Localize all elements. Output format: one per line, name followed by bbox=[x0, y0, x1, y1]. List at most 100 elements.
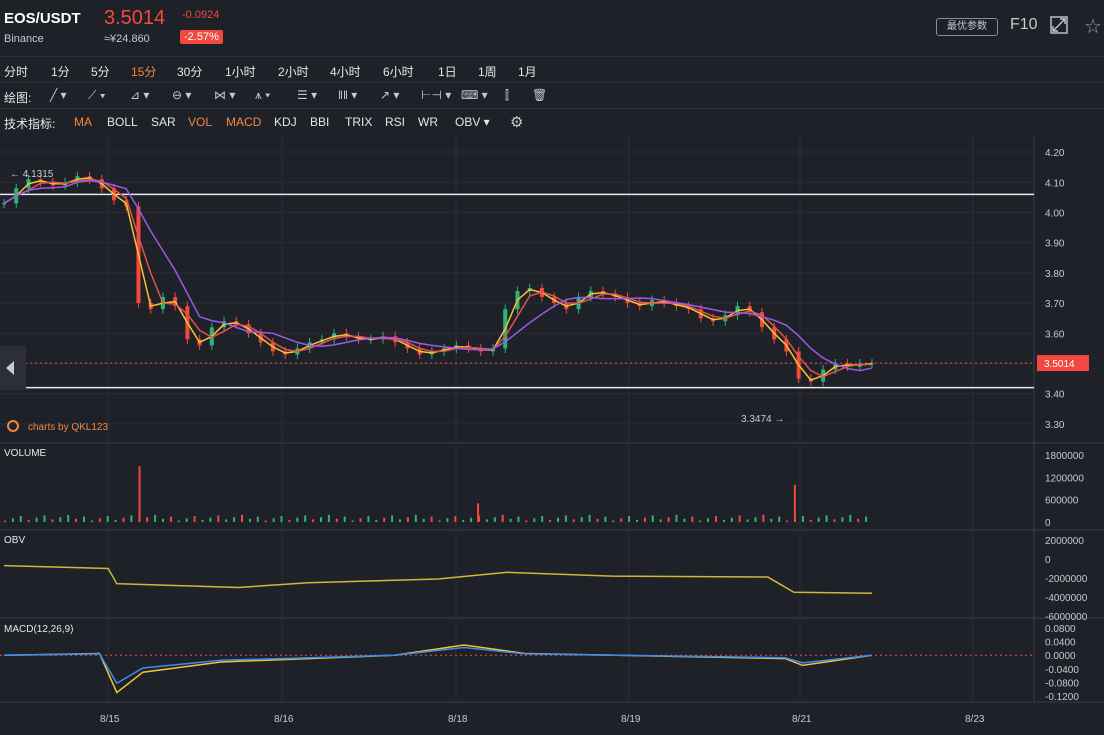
tab-timeframe[interactable]: 30分 bbox=[177, 63, 202, 80]
chart-type-icon[interactable]: ⫿ bbox=[505, 88, 509, 103]
measure-tool-icon[interactable]: ⊢⊣ ▾ bbox=[421, 88, 451, 102]
indicator-kdj[interactable]: KDJ bbox=[274, 115, 297, 129]
volume-bar bbox=[19, 516, 22, 522]
tab-timeframe[interactable]: 6小时 bbox=[383, 63, 414, 80]
fullscreen-icon[interactable] bbox=[1050, 16, 1068, 34]
macd-tick-label: 0.0000 bbox=[1045, 651, 1076, 662]
trash-icon[interactable]: 🗑 bbox=[532, 88, 547, 102]
favorite-star-icon[interactable]: ☆ bbox=[1084, 14, 1102, 39]
macd-panel-label: MACD(12,26,9) bbox=[4, 624, 73, 635]
exchange-name: Binance bbox=[4, 33, 44, 45]
volume-bar bbox=[256, 516, 259, 522]
gann-tool-icon[interactable]: ‖‖ ▾ bbox=[338, 88, 357, 102]
tab-timeframe[interactable]: 1周 bbox=[478, 63, 497, 80]
volume-bar bbox=[525, 520, 528, 522]
volume-tick-label: 600000 bbox=[1045, 496, 1079, 507]
tab-timeframe[interactable]: 5分 bbox=[91, 63, 110, 80]
volume-bar bbox=[833, 519, 836, 522]
volume-bar bbox=[114, 519, 117, 522]
tab-timeframe[interactable]: 1分 bbox=[51, 63, 70, 80]
line-tool-icon[interactable]: ╱ ▾ bbox=[50, 88, 67, 102]
volume-bar bbox=[541, 516, 544, 522]
volume-bar bbox=[691, 516, 694, 522]
volume-bar bbox=[320, 517, 322, 522]
volume-bar bbox=[193, 516, 196, 522]
indicator-sar[interactable]: SAR bbox=[151, 115, 176, 129]
obv-tick-label: -6000000 bbox=[1045, 612, 1088, 623]
circle-tool-icon[interactable]: ⊖ ▾ bbox=[172, 88, 191, 102]
volume-bar bbox=[146, 517, 149, 522]
volume-bar bbox=[35, 517, 38, 522]
indicator-obv[interactable]: OBV ▾ bbox=[455, 115, 490, 129]
volume-bar bbox=[359, 518, 362, 522]
volume-spike-bar bbox=[477, 503, 480, 522]
ray-tool-icon[interactable]: ⟋ ▾ bbox=[88, 88, 106, 103]
volume-bar bbox=[59, 517, 62, 522]
price-tick-label: 3.70 bbox=[1045, 299, 1065, 310]
volume-tick-label: 1800000 bbox=[1045, 451, 1084, 462]
volume-bar bbox=[233, 517, 236, 522]
date-tick-label: 8/23 bbox=[965, 714, 985, 725]
volume-bar bbox=[580, 517, 583, 522]
settings-gear-icon[interactable]: ⚙ bbox=[510, 113, 523, 131]
volume-bar bbox=[201, 519, 204, 522]
tab-timeframe-active[interactable]: 15分 bbox=[131, 63, 156, 80]
f10-button[interactable]: F10 bbox=[1010, 16, 1038, 34]
volume-bar bbox=[162, 518, 164, 522]
volume-bar bbox=[367, 516, 370, 522]
tab-timeframe[interactable]: 1小时 bbox=[225, 63, 256, 80]
indicator-ma[interactable]: MA bbox=[74, 115, 92, 129]
volume-bar bbox=[375, 519, 378, 522]
tab-timeframe[interactable]: 1月 bbox=[518, 63, 537, 80]
volume-bar bbox=[715, 516, 717, 522]
volume-bar bbox=[659, 519, 662, 522]
volume-bar bbox=[778, 516, 781, 522]
indicator-macd[interactable]: MACD bbox=[226, 115, 261, 129]
volume-bar bbox=[67, 514, 70, 522]
indicator-trix[interactable]: TRIX bbox=[345, 115, 372, 129]
tab-timeframe[interactable]: 分时 bbox=[4, 63, 28, 80]
optimal-params-button[interactable]: 最优参数 bbox=[936, 18, 998, 36]
indicator-rsi[interactable]: RSI bbox=[385, 115, 405, 129]
volume-bar bbox=[264, 520, 267, 522]
volume-bar bbox=[501, 514, 504, 522]
tab-timeframe[interactable]: 4小时 bbox=[330, 63, 361, 80]
indicator-wr[interactable]: WR bbox=[418, 115, 438, 129]
volume-bar bbox=[699, 520, 702, 522]
pattern-tool-icon[interactable]: ⩚ ▾ bbox=[255, 88, 270, 103]
wave-tool-icon[interactable]: ⋈ ▾ bbox=[214, 88, 235, 102]
indicator-bar: 技术指标: MA BOLL SAR VOL MACD KDJ BBI TRIX … bbox=[0, 108, 1104, 135]
price-chart[interactable]: ← 4.13153.3474 →charts by QKL123 VOLUME … bbox=[0, 136, 1104, 735]
volume-bar bbox=[27, 519, 30, 522]
fib-tool-icon[interactable]: ☰ ▾ bbox=[297, 88, 317, 102]
volume-bar bbox=[485, 519, 488, 522]
volume-bar bbox=[470, 517, 473, 522]
volume-bar bbox=[770, 518, 773, 522]
comment-tool-icon[interactable]: ⌨ ▾ bbox=[461, 88, 488, 102]
volume-bar bbox=[651, 515, 654, 522]
arrow-tool-icon[interactable]: ↗ ▾ bbox=[380, 88, 399, 102]
volume-bar bbox=[564, 515, 567, 522]
volume-bar bbox=[414, 514, 417, 522]
volume-bar bbox=[122, 517, 125, 522]
volume-bar bbox=[225, 519, 228, 522]
volume-bar bbox=[667, 517, 670, 522]
indicator-boll[interactable]: BOLL bbox=[107, 115, 138, 129]
channel-tool-icon[interactable]: ⊿ ▾ bbox=[130, 88, 149, 102]
volume-bar bbox=[90, 520, 93, 522]
indicator-bbi[interactable]: BBI bbox=[310, 115, 329, 129]
volume-bar bbox=[675, 514, 678, 522]
volume-bar bbox=[454, 516, 457, 522]
tab-timeframe[interactable]: 2小时 bbox=[278, 63, 309, 80]
volume-bar bbox=[177, 520, 180, 522]
volume-bar bbox=[383, 517, 386, 522]
macd-tick-label: -0.1200 bbox=[1045, 692, 1079, 703]
indicator-vol[interactable]: VOL bbox=[188, 115, 212, 129]
symbol-title: EOS/USDT bbox=[4, 10, 81, 27]
tab-timeframe[interactable]: 1日 bbox=[438, 63, 457, 80]
volume-bar bbox=[343, 516, 346, 522]
price-tick-label: 4.20 bbox=[1045, 148, 1065, 159]
volume-bar bbox=[738, 515, 741, 522]
obv-tick-label: 0 bbox=[1045, 555, 1051, 566]
volume-bar bbox=[217, 515, 220, 522]
